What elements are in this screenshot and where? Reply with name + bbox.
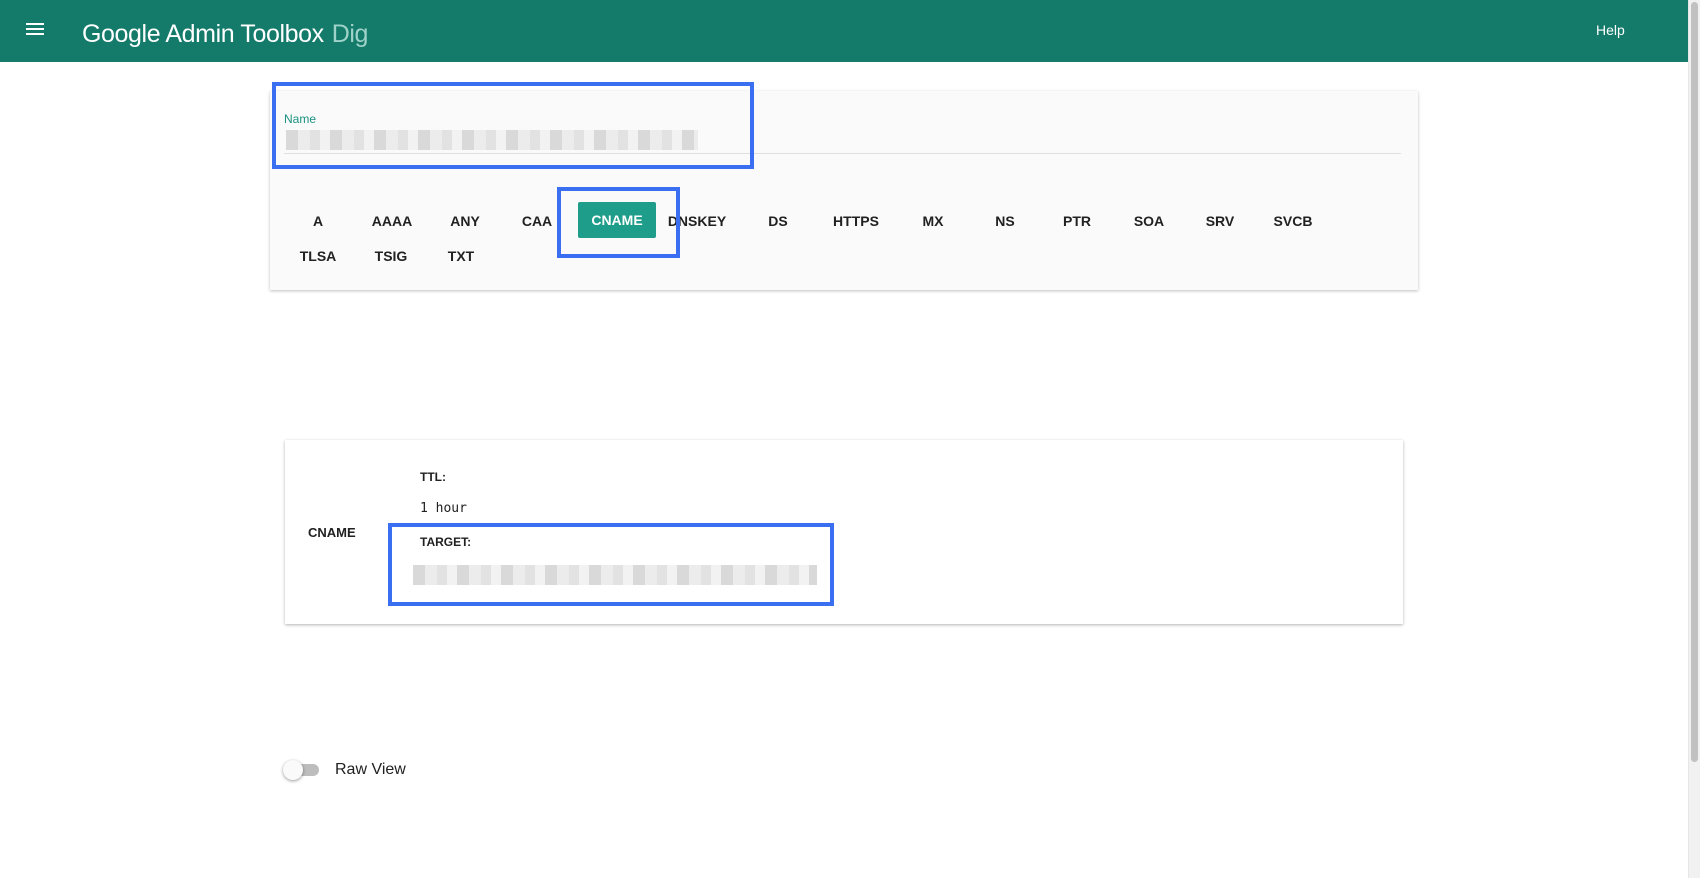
page-scrollbar[interactable] <box>1688 0 1700 878</box>
app-subtitle: Dig <box>331 20 369 48</box>
scrollbar-thumb[interactable] <box>1691 2 1698 762</box>
record-type-ds[interactable]: DS <box>744 204 812 238</box>
top-app-bar: Google Admin Toolbox Dig Help <box>0 0 1688 62</box>
help-link[interactable]: Help <box>1596 22 1625 38</box>
raw-view-label: Raw View <box>335 761 406 778</box>
ttl-label: TTL: <box>420 470 446 484</box>
record-type-any[interactable]: ANY <box>431 204 499 238</box>
record-type-mx[interactable]: MX <box>899 204 967 238</box>
record-type-svcb[interactable]: SVCB <box>1259 204 1327 238</box>
record-type-dnskey[interactable]: DNSKEY <box>663 204 731 238</box>
record-type-ns[interactable]: NS <box>971 204 1039 238</box>
record-type-a[interactable]: A <box>284 204 352 238</box>
app-title-text: Google Admin Toolbox <box>82 20 324 48</box>
name-field-label: Name <box>284 112 317 126</box>
target-label: TARGET: <box>420 535 472 549</box>
record-type-tlsa[interactable]: TLSA <box>284 239 352 273</box>
query-card: Name A AAAA ANY CAA CNAME DNSKEY DS HTTP… <box>270 91 1418 290</box>
record-type-aaaa[interactable]: AAAA <box>358 204 426 238</box>
toggle-knob[interactable] <box>283 760 303 780</box>
record-type-txt[interactable]: TXT <box>427 239 495 273</box>
name-value-redacted <box>286 130 698 150</box>
menu-icon[interactable] <box>22 17 48 43</box>
result-record-type: CNAME <box>308 525 356 540</box>
record-type-caa[interactable]: CAA <box>503 204 571 238</box>
app-title: Google Admin Toolbox Dig <box>82 20 368 49</box>
record-type-srv[interactable]: SRV <box>1186 204 1254 238</box>
target-value-redacted <box>413 565 817 585</box>
record-type-tsig[interactable]: TSIG <box>357 239 425 273</box>
result-card: CNAME TTL: 1 hour TARGET: <box>285 440 1403 624</box>
record-type-https[interactable]: HTTPS <box>822 204 890 238</box>
record-type-soa[interactable]: SOA <box>1115 204 1183 238</box>
record-type-ptr[interactable]: PTR <box>1043 204 1111 238</box>
record-type-cname[interactable]: CNAME <box>578 202 656 238</box>
ttl-value: 1 hour <box>420 501 467 516</box>
